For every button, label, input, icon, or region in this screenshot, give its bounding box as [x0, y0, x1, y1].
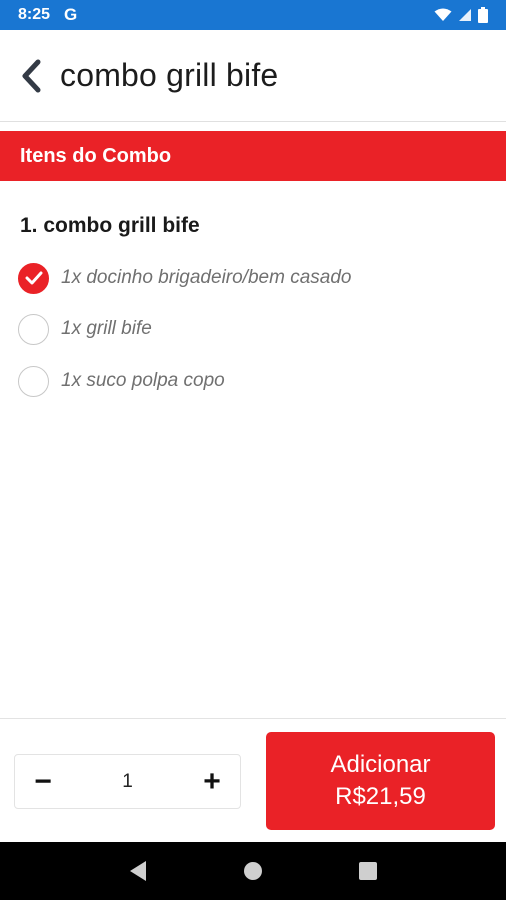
section-title: Itens do Combo: [20, 144, 172, 167]
option-docinho[interactable]: 1x docinho brigadeiro/bem casado: [18, 261, 351, 295]
option-label: 1x docinho brigadeiro/bem casado: [61, 267, 352, 288]
bottom-panel: − 1 + Adicionar R$21,59: [0, 718, 506, 842]
check-icon: [25, 271, 42, 285]
status-time: 8:25: [18, 6, 51, 23]
decrement-button[interactable]: −: [25, 762, 61, 802]
system-nav-bar: [0, 842, 506, 900]
nav-home-button[interactable]: [233, 851, 273, 891]
section-header: Itens do Combo: [0, 131, 506, 181]
option-label: 1x suco polpa copo: [61, 370, 225, 391]
option-label: 1x grill bife: [61, 318, 152, 339]
option-checkbox[interactable]: [18, 365, 49, 397]
quantity-stepper: − 1 +: [14, 754, 241, 809]
triangle-back-icon: [129, 861, 146, 881]
add-to-cart-button[interactable]: Adicionar R$21,59: [266, 732, 495, 830]
square-recents-icon: [359, 862, 378, 880]
chevron-left-icon: [22, 59, 41, 92]
wifi-icon: [434, 8, 452, 21]
nav-recents-button[interactable]: [348, 851, 388, 891]
app-header: combo grill bife: [0, 30, 506, 122]
back-button[interactable]: [20, 56, 46, 96]
option-checkbox-checked[interactable]: [18, 262, 49, 294]
group-title: 1. combo grill bife: [20, 214, 200, 237]
page-title: combo grill bife: [60, 57, 279, 93]
quantity-value: 1: [122, 770, 133, 792]
battery-icon: [478, 7, 488, 23]
increment-button[interactable]: +: [194, 762, 230, 802]
option-checkbox[interactable]: [18, 313, 49, 345]
option-grill-bife[interactable]: 1x grill bife: [18, 312, 152, 346]
option-suco[interactable]: 1x suco polpa copo: [18, 364, 225, 398]
signal-icon: [459, 9, 471, 21]
add-button-price: R$21,59: [335, 783, 426, 810]
add-button-label: Adicionar: [330, 751, 431, 778]
circle-home-icon: [243, 862, 262, 880]
status-icons: [434, 7, 488, 23]
nav-back-button[interactable]: [118, 851, 158, 891]
status-bar: 8:25 G: [0, 0, 506, 30]
google-icon: G: [64, 5, 78, 24]
